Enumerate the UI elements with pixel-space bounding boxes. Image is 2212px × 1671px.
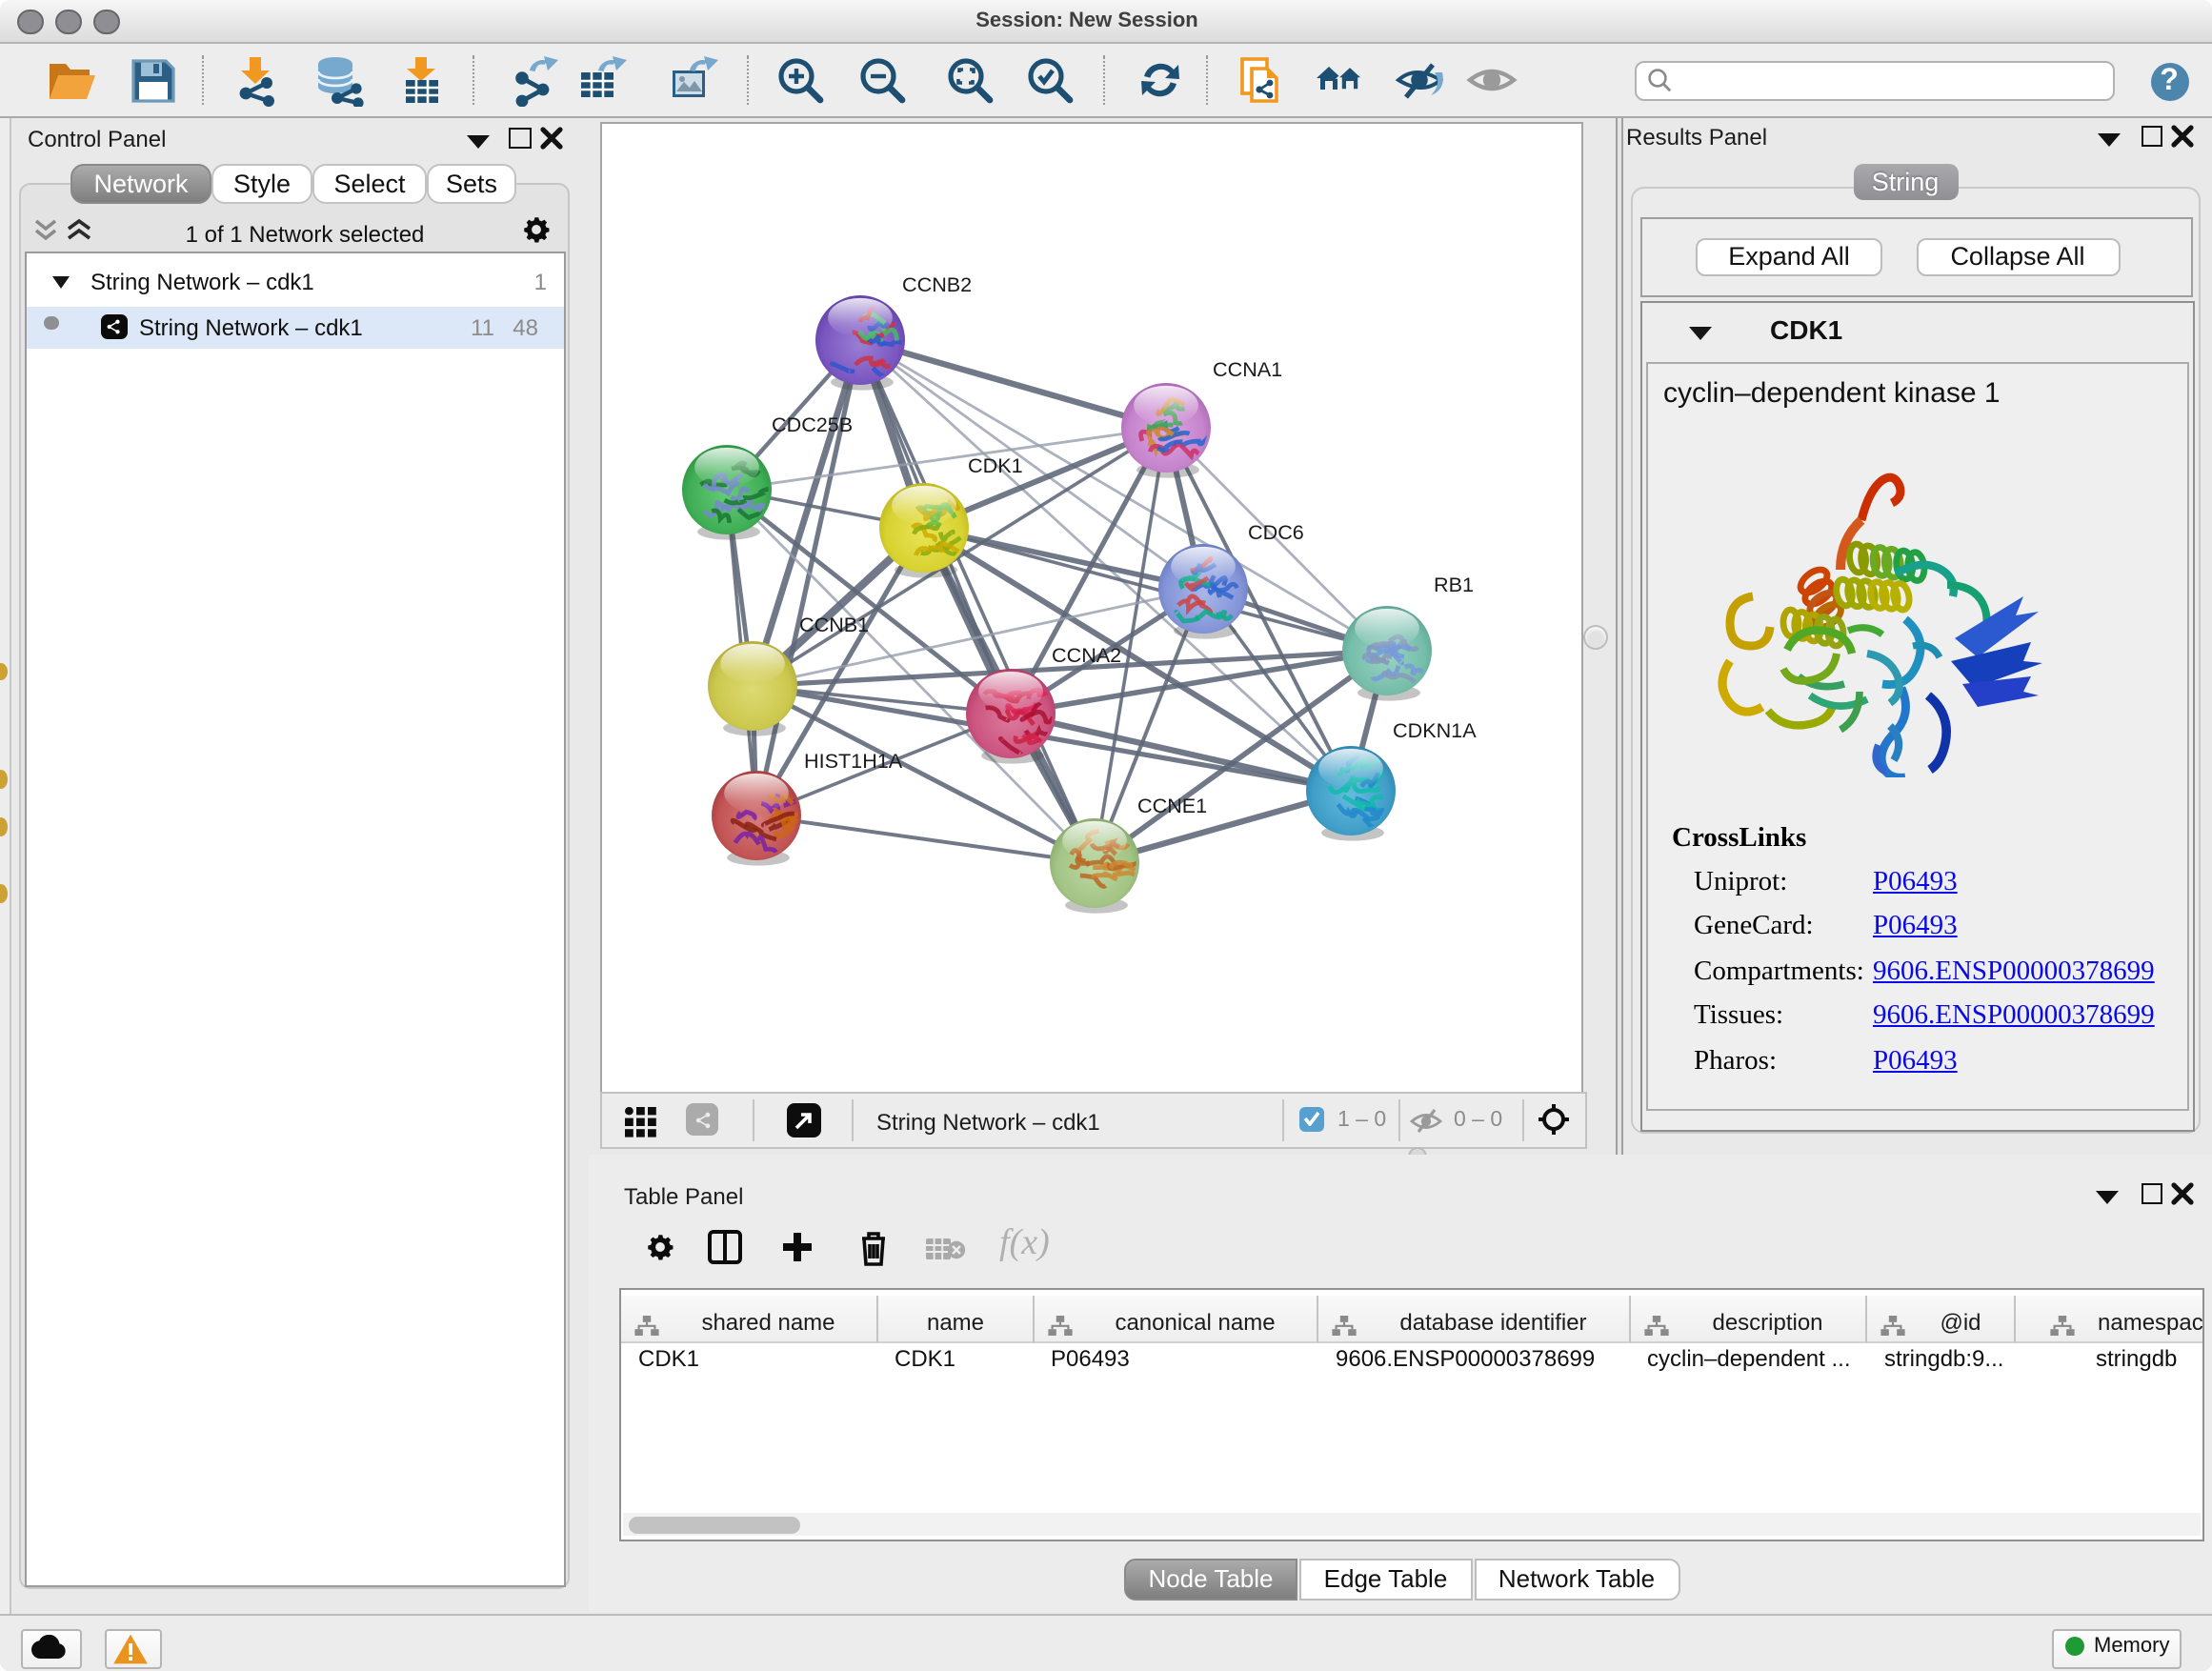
svg-text:CDC6: CDC6 <box>1248 519 1304 543</box>
svg-text:CDK1: CDK1 <box>968 453 1023 476</box>
svg-text:RB1: RB1 <box>1434 572 1474 595</box>
svg-text:HIST1H1A: HIST1H1A <box>804 748 903 772</box>
svg-text:CCNE1: CCNE1 <box>1137 793 1207 816</box>
svg-text:CCNA2: CCNA2 <box>1052 642 1121 666</box>
svg-text:CDKN1A: CDKN1A <box>1393 717 1477 741</box>
svg-text:CCNA1: CCNA1 <box>1213 356 1282 380</box>
svg-text:CCNB1: CCNB1 <box>799 612 869 635</box>
svg-text:CCNB2: CCNB2 <box>902 272 972 295</box>
svg-text:CDC25B: CDC25B <box>772 412 853 435</box>
